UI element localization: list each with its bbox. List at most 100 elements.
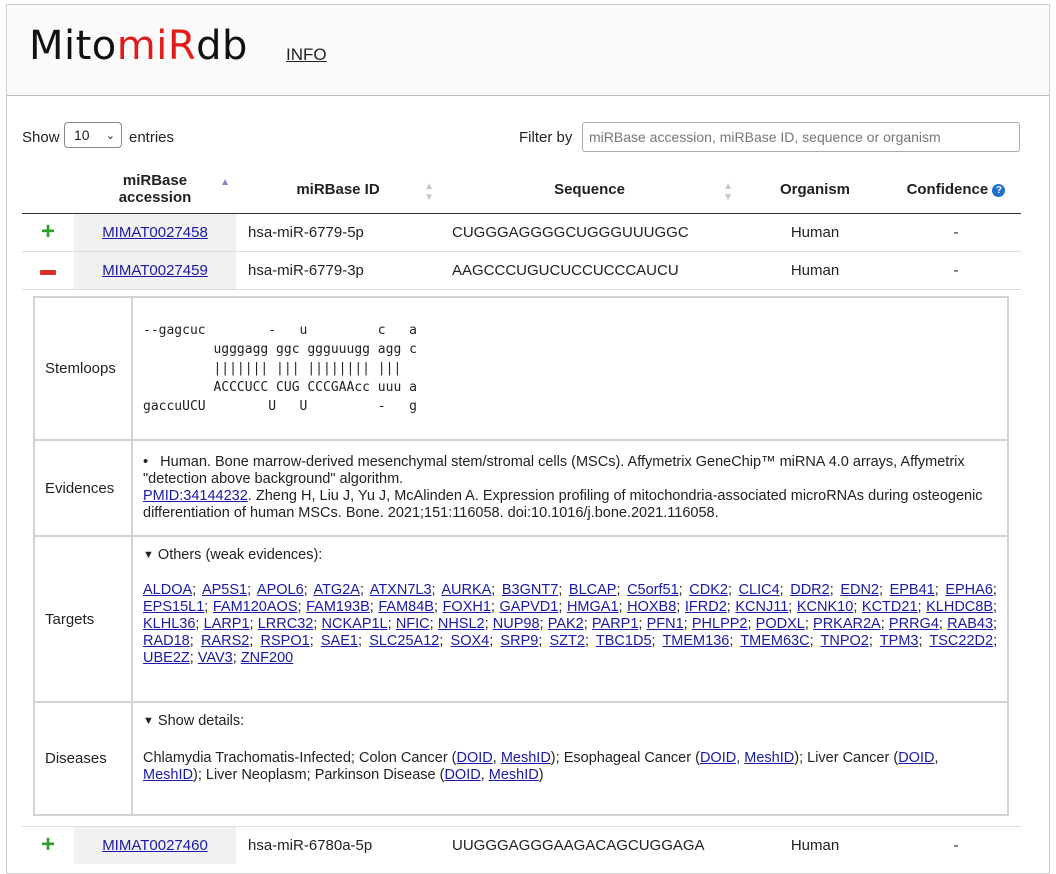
target-gene-link[interactable]: EPS15L1 <box>143 599 204 615</box>
target-gene-link[interactable]: TMEM136 <box>662 633 729 649</box>
target-gene-link[interactable]: ALDOA <box>143 582 192 598</box>
diseases-value: ▼ Show details: Chlamydia Trachomatis-In… <box>131 701 1009 816</box>
column-header-sequence[interactable]: Sequence ▲ ▼ <box>440 165 739 214</box>
target-gene-link[interactable]: KCNJ11 <box>735 599 788 615</box>
accession-link[interactable]: MIMAT0027460 <box>102 837 208 854</box>
sort-asc-icon: ▲ <box>220 177 230 188</box>
target-gene-link[interactable]: SAE1 <box>321 633 358 649</box>
target-gene-link[interactable]: DDR2 <box>790 582 829 598</box>
mirbase-id-cell: hsa-miR-6779-5p <box>236 213 440 252</box>
target-gene-link[interactable]: LRRC32 <box>258 616 314 632</box>
help-icon[interactable]: ? <box>992 183 1006 197</box>
column-header-accession[interactable]: miRBase accession ▲ <box>74 165 236 214</box>
target-gene-link[interactable]: TPM3 <box>880 633 919 649</box>
target-gene-link[interactable]: EPB41 <box>890 582 935 598</box>
target-gene-link[interactable]: NUP98 <box>493 616 540 632</box>
target-gene-link[interactable]: IFRD2 <box>685 599 727 615</box>
target-gene-link[interactable]: FAM193B <box>306 599 370 615</box>
plus-icon: + <box>40 831 55 858</box>
confidence-cell: - <box>891 826 1021 864</box>
target-gene-link[interactable]: C5orf51 <box>627 582 679 598</box>
accession-cell: MIMAT0027458 <box>74 213 236 252</box>
target-gene-link[interactable]: RARS2 <box>201 633 249 649</box>
detail-container: Stemloops --gagcuc - u c a ugggagg ggc g… <box>22 289 1021 827</box>
target-gene-link[interactable]: EDN2 <box>840 582 879 598</box>
target-gene-link[interactable]: NCKAP1L <box>322 616 388 632</box>
meshid-link[interactable]: MeshID <box>489 767 539 783</box>
diseases-toggle[interactable]: ▼ Show details: <box>143 713 997 730</box>
target-gene-link[interactable]: CLIC4 <box>739 582 780 598</box>
target-gene-link[interactable]: ATXN7L3 <box>370 582 432 598</box>
target-gene-link[interactable]: AP5S1 <box>202 582 247 598</box>
expand-toggle[interactable]: + <box>22 213 74 252</box>
target-gene-link[interactable]: SLC25A12 <box>369 633 439 649</box>
doid-link[interactable]: DOID <box>457 750 493 766</box>
target-gene-link[interactable]: FAM84B <box>378 599 434 615</box>
target-gene-link[interactable]: SOX4 <box>451 633 490 649</box>
target-gene-link[interactable]: SZT2 <box>550 633 585 649</box>
meshid-link[interactable]: MeshID <box>744 750 794 766</box>
target-gene-link[interactable]: PFN1 <box>647 616 684 632</box>
target-gene-link[interactable]: NFIC <box>396 616 430 632</box>
target-gene-link[interactable]: TNPO2 <box>821 633 869 649</box>
stemloops-value: --gagcuc - u c a ugggagg ggc ggguuugg ag… <box>131 296 1009 441</box>
filter-input[interactable]: miRBase accession, miRBase ID, sequence … <box>582 122 1020 152</box>
target-gene-link[interactable]: EPHA6 <box>945 582 993 598</box>
target-gene-link[interactable]: ZNF200 <box>241 650 293 666</box>
target-gene-link[interactable]: PRKAR2A <box>813 616 881 632</box>
target-gene-link[interactable]: GAPVD1 <box>500 599 559 615</box>
doid-link[interactable]: DOID <box>444 767 480 783</box>
doid-link[interactable]: DOID <box>700 750 736 766</box>
target-gene-link[interactable]: KCNK10 <box>797 599 853 615</box>
target-gene-link[interactable]: B3GNT7 <box>502 582 558 598</box>
target-gene-link[interactable]: FAM120AOS <box>213 599 298 615</box>
target-gene-link[interactable]: RSPO1 <box>261 633 310 649</box>
target-gene-link[interactable]: PHLPP2 <box>692 616 748 632</box>
target-gene-link[interactable]: LARP1 <box>204 616 250 632</box>
target-gene-link[interactable]: KLHL36 <box>143 616 195 632</box>
info-link[interactable]: INFO <box>286 45 327 65</box>
target-gene-link[interactable]: NHSL2 <box>438 616 485 632</box>
entries-label: entries <box>129 129 175 146</box>
diseases-toggle-label: Show details: <box>157 713 245 729</box>
organism-cell: Human <box>739 826 891 864</box>
target-gene-link[interactable]: SRP9 <box>500 633 538 649</box>
plus-icon: + <box>40 218 55 245</box>
target-gene-link[interactable]: AURKA <box>441 582 491 598</box>
target-gene-link[interactable]: UBE2Z <box>143 650 190 666</box>
meshid-link[interactable]: MeshID <box>501 750 551 766</box>
column-header-confidence: Confidence ? <box>891 165 1021 214</box>
target-gene-link[interactable]: CDK2 <box>689 582 728 598</box>
target-gene-link[interactable]: KLHDC8B <box>926 599 993 615</box>
target-gene-link[interactable]: RAD18 <box>143 633 190 649</box>
entries-select[interactable]: 10 ⌄ <box>64 122 122 148</box>
target-gene-link[interactable]: TBC1D5 <box>596 633 652 649</box>
target-gene-link[interactable]: PAK2 <box>548 616 584 632</box>
doid-link[interactable]: DOID <box>898 750 934 766</box>
target-gene-link[interactable]: PARP1 <box>592 616 638 632</box>
pmid-link[interactable]: PMID:34144232 <box>143 488 248 504</box>
accession-link[interactable]: MIMAT0027459 <box>102 262 208 279</box>
target-gene-link[interactable]: ATG2A <box>313 582 359 598</box>
target-gene-link[interactable]: TMEM63C <box>740 633 809 649</box>
expand-toggle[interactable]: + <box>22 826 74 864</box>
target-gene-link[interactable]: HMGA1 <box>567 599 619 615</box>
accession-link[interactable]: MIMAT0027458 <box>102 224 208 241</box>
target-gene-link[interactable]: RAB43 <box>947 616 993 632</box>
column-header-id[interactable]: miRBase ID ▲ ▼ <box>236 165 440 214</box>
target-gene-link[interactable]: KCTD21 <box>862 599 918 615</box>
target-gene-link[interactable]: PRRG4 <box>889 616 939 632</box>
target-gene-link[interactable]: PODXL <box>756 616 805 632</box>
meshid-link[interactable]: MeshID <box>143 767 193 783</box>
targets-toggle[interactable]: ▼ Others (weak evidences): <box>143 547 997 564</box>
site-logo[interactable]: MitomiRdb <box>29 23 248 69</box>
target-gene-link[interactable]: TSC22D2 <box>929 633 993 649</box>
target-gene-link[interactable]: BLCAP <box>569 582 617 598</box>
target-gene-link[interactable]: HOXB8 <box>627 599 676 615</box>
target-gene-link[interactable]: VAV3 <box>198 650 233 666</box>
collapse-toggle[interactable] <box>22 251 74 290</box>
target-gene-link[interactable]: APOL6 <box>257 582 304 598</box>
target-gene-link[interactable]: FOXH1 <box>443 599 491 615</box>
triangle-down-icon: ▼ <box>143 715 154 727</box>
disease-name: Liver Cancer <box>807 750 890 766</box>
